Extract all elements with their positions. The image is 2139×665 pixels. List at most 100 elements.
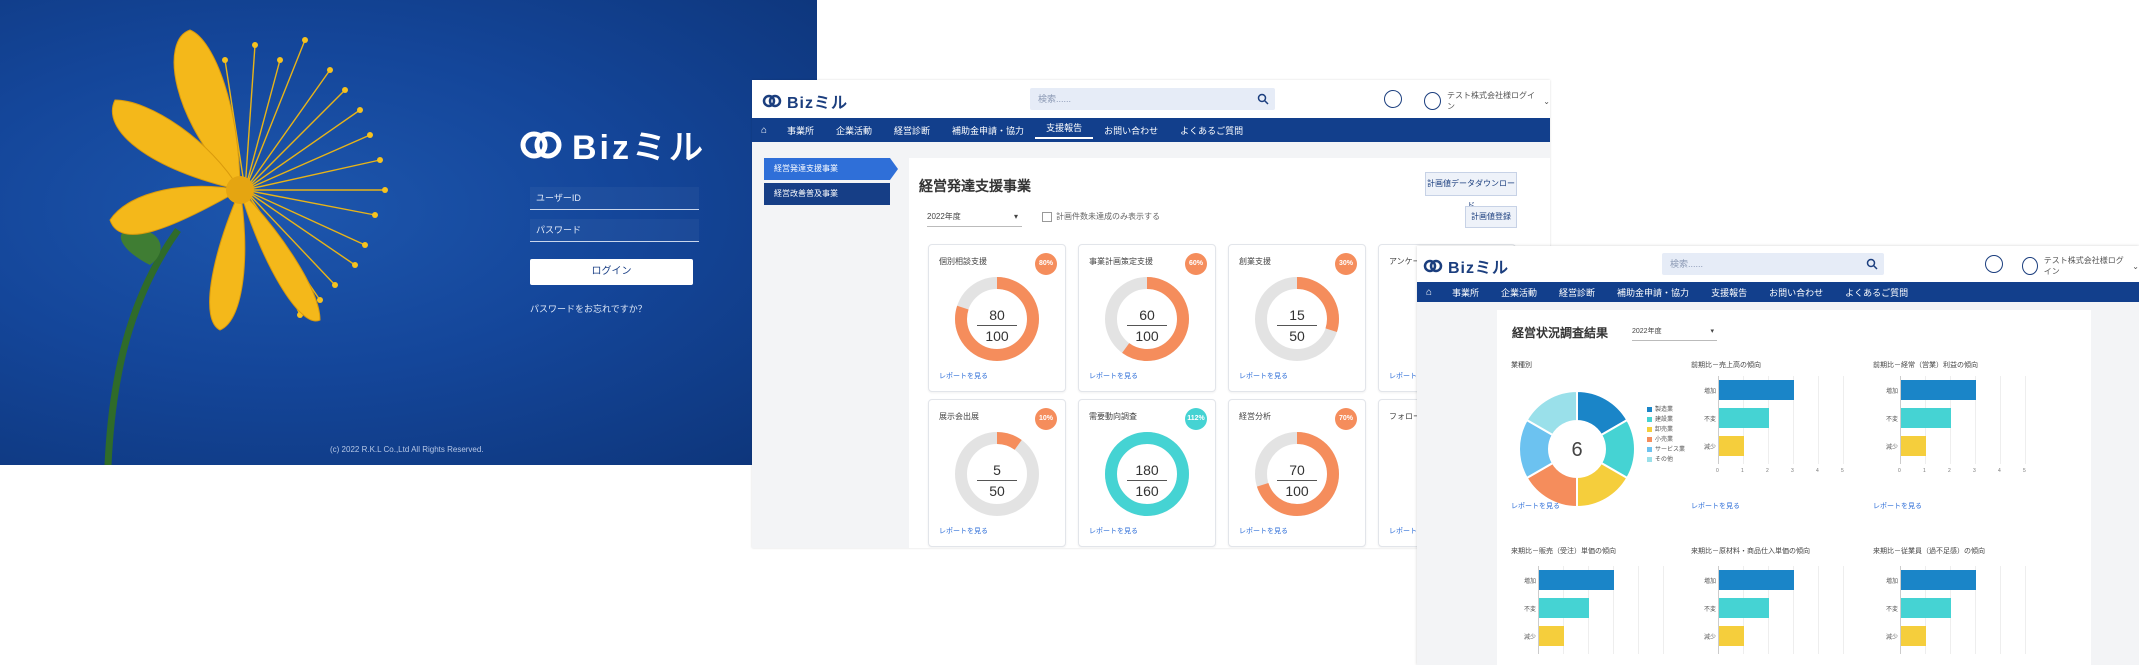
year-select[interactable]: 2022年度 ▾ (1632, 324, 1717, 341)
bar-chart: 増加 不変 減少 (1886, 566, 2026, 654)
username-input[interactable]: ユーザーID (530, 187, 699, 210)
export-button[interactable]: 計画値データダウンロード (1425, 172, 1517, 210)
legend-label: 建設業 (1655, 417, 1674, 423)
nav-item[interactable]: よくあるご質問 (1834, 286, 1919, 299)
filter-checkbox[interactable]: 計画件数未達成のみ表示する (1042, 211, 1160, 222)
nav-item[interactable]: 経営診断 (883, 124, 941, 137)
target-value: 100 (1135, 328, 1159, 344)
checkbox-label: 計画件数未達成のみ表示する (1056, 212, 1160, 221)
search-input[interactable]: 検索...... (1030, 88, 1275, 110)
nav-item[interactable]: 補助金申請・協力 (1606, 286, 1700, 299)
flower-image (104, 29, 388, 465)
industry-donut-chart: 6 (1518, 389, 1636, 509)
search-input[interactable]: 検索...... (1662, 253, 1884, 275)
search-placeholder: 検索...... (1670, 259, 1704, 269)
report-link[interactable]: レポートを見る (1873, 501, 1922, 511)
side-item-active[interactable]: 経営発達支援事業 (764, 158, 898, 180)
bar (1719, 570, 1794, 590)
nav-item[interactable]: 事業所 (1441, 286, 1490, 299)
gridline (1818, 566, 1819, 654)
gridline (2025, 376, 2026, 464)
axis-tick-label: 4 (1998, 468, 2001, 474)
nav-item[interactable]: よくあるご質問 (1169, 124, 1254, 137)
nav-item[interactable]: 支援報告 (1700, 286, 1758, 299)
nav-item[interactable]: 補助金申請・協力 (941, 124, 1035, 137)
fraction-line (977, 325, 1017, 326)
gridline (1843, 566, 1844, 654)
nav-item[interactable]: お問い合わせ (1758, 286, 1834, 299)
main-nav: ⌂ 事業所 企業活動 経営診断 補助金申請・協力 支援報告 お問い合わせ よくあ… (1417, 282, 2139, 302)
percent-badge: 112% (1185, 408, 1207, 430)
page-title: 経営状況調査結果 (1512, 326, 1609, 340)
card-title: 事業計画策定支援 (1089, 257, 1153, 266)
header-logo[interactable]: Bizミル (1423, 254, 1509, 278)
kpi-card[interactable]: 創業支援 30% 15 50 レポートを見る (1228, 244, 1366, 392)
report-link[interactable]: レポートを見る (939, 371, 988, 381)
notification-bell-icon[interactable] (1985, 255, 2003, 273)
section-title: 来期比－従業員（過不足感）の傾向 (1873, 548, 1985, 555)
target-value: 100 (985, 328, 1009, 344)
home-icon[interactable]: ⌂ (1417, 287, 1441, 298)
gridline (1638, 566, 1639, 654)
category-label: 不変 (1703, 607, 1716, 613)
kpi-card[interactable]: 事業計画策定支援 60% 60 100 レポートを見る (1078, 244, 1216, 392)
percent-badge: 70% (1335, 408, 1357, 430)
report-link[interactable]: レポートを見る (939, 526, 988, 536)
search-icon[interactable] (1866, 258, 1878, 270)
category-label: 減少 (1885, 445, 1898, 451)
nav-item[interactable]: 事業所 (776, 124, 825, 137)
copyright-text: (c) 2022 R.K.L Co.,Ltd All Rights Reserv… (330, 445, 484, 454)
side-item[interactable]: 経営改善普及事業 (764, 183, 890, 205)
nav-item[interactable]: 企業活動 (1490, 286, 1548, 299)
fraction-line (1277, 325, 1317, 326)
percent-badge: 80% (1035, 253, 1057, 275)
gridline (2000, 376, 2001, 464)
chevron-down-icon: ⌄ (1543, 96, 1550, 106)
kpi-card[interactable]: 経営分析 70% 70 100 レポートを見る (1228, 399, 1366, 547)
actual-value: 80 (989, 307, 1005, 323)
kpi-card[interactable]: 需要動向調査 112% 180 160 レポートを見る (1078, 399, 1216, 547)
nav-item[interactable]: 企業活動 (825, 124, 883, 137)
home-icon[interactable]: ⌂ (752, 125, 776, 136)
bar-chart: 増加 不変 減少 0 1 2 3 4 5 (1886, 376, 2026, 474)
kpi-card[interactable]: 個別相談支援 80% 80 100 レポートを見る (928, 244, 1066, 392)
category-label: 減少 (1703, 635, 1716, 641)
card-title: 個別相談支援 (939, 257, 987, 266)
card-title: 創業支援 (1239, 257, 1271, 266)
legend-item: 製造業 (1647, 405, 1685, 415)
axis-tick-label: 2 (1766, 468, 1769, 474)
bar (1539, 570, 1614, 590)
forgot-password-link[interactable]: パスワードをお忘れですか？ (530, 302, 647, 315)
report-link[interactable]: レポートを見る (1089, 371, 1138, 381)
dashboard-window-2: Bizミル 検索...... テスト株式会社様ログイン ⌄ ⌂ 事業所 企業活動… (1417, 246, 2139, 665)
target-value: 100 (1285, 483, 1309, 499)
fraction-line (1277, 480, 1317, 481)
gridline (1663, 566, 1664, 654)
year-value: 2022年度 (927, 212, 961, 221)
axis-tick-label: 1 (1741, 468, 1744, 474)
report-link[interactable]: レポートを見る (1511, 501, 1560, 511)
login-button[interactable]: ログイン (530, 259, 693, 285)
report-link[interactable]: レポートを見る (1239, 371, 1288, 381)
gridline (1843, 376, 1844, 464)
bar-chart: 増加 不変 減少 0 1 2 3 4 5 (1704, 376, 1844, 474)
report-link[interactable]: レポートを見る (1239, 526, 1288, 536)
kpi-card[interactable]: 展示会出展 10% 5 50 レポートを見る (928, 399, 1066, 547)
user-menu[interactable]: テスト株式会社様ログイン ⌄ (2022, 255, 2139, 277)
header-logo[interactable]: Bizミル (762, 89, 848, 113)
year-select[interactable]: 2022年度 ▾ (927, 208, 1022, 227)
nav-item-active[interactable]: 支援報告 (1035, 121, 1094, 139)
user-menu[interactable]: テスト株式会社様ログイン ⌄ (1424, 90, 1550, 112)
bar (1539, 598, 1589, 618)
nav-item[interactable]: お問い合わせ (1093, 124, 1169, 137)
search-icon[interactable] (1257, 93, 1269, 105)
nav-item[interactable]: 経営診断 (1548, 286, 1606, 299)
register-plan-button[interactable]: 計画値登録 (1465, 206, 1517, 228)
actual-value: 60 (1139, 307, 1155, 323)
notification-bell-icon[interactable] (1384, 90, 1402, 108)
year-value: 2022年度 (1632, 328, 1662, 335)
actual-value: 70 (1289, 462, 1305, 478)
report-link[interactable]: レポートを見る (1691, 501, 1740, 511)
report-link[interactable]: レポートを見る (1089, 526, 1138, 536)
password-input[interactable]: パスワード (530, 219, 699, 242)
